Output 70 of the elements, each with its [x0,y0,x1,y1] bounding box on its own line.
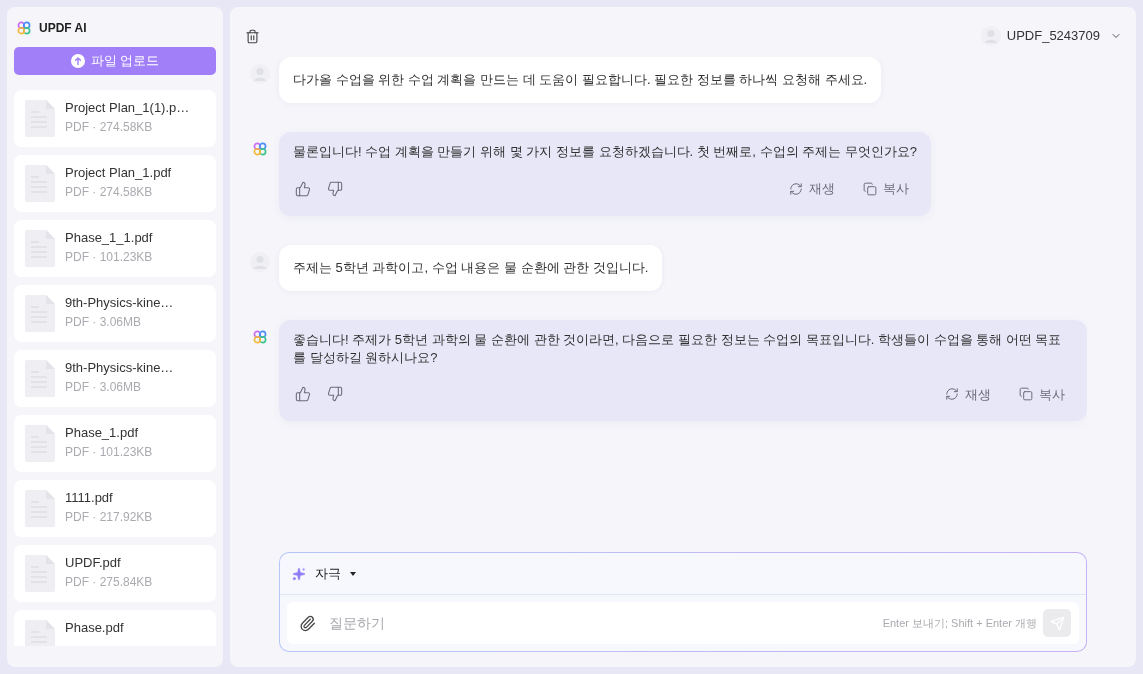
file-name: UPDF.pdf [65,554,122,572]
copy-icon [1019,387,1033,402]
document-icon [25,295,55,332]
file-card[interactable]: 9th-Physics-kine… PDF · 3.06MB [14,350,216,407]
document-icon [25,425,55,462]
document-icon [25,165,55,202]
mode-dropdown[interactable]: 자극 [292,563,356,584]
paperclip-icon [299,614,316,632]
assistant-text: 좋습니다! 주제가 5학년 과학의 물 순환에 관한 것이라면, 다음으로 필요한 정보는 수업의 목표입니다. 학생들이 수업을 통해 어떤 목표를 달성하길 원하시나요? [293,330,1063,367]
regenerate-icon [789,181,804,196]
shortcut-hint: Enter 보내기; Shift + Enter 개행 [882,615,1037,631]
file-info: PDF · 3.06MB [65,314,143,331]
thumbs-down-icon [327,386,343,403]
document-icon [25,620,55,646]
attach-button[interactable] [299,614,316,632]
file-card[interactable]: 9th-Physics-kine… PDF · 3.06MB [14,285,216,342]
user-message: 다가올 수업을 위한 수업 계획을 만드는 데 도움이 필요합니다. 필요한 정보를 하나씩 요청해 주세요. [279,57,882,103]
file-info: PDF · 217.92KB [65,509,153,526]
delete-button[interactable] [245,28,260,44]
regenerate-button[interactable]: 재생 [789,179,836,199]
thumbs-down-button[interactable] [327,386,343,403]
file-name: Project Plan_1.pdf [65,164,172,182]
file-info: PDF · 101.23KB [65,444,153,461]
thumbs-down-icon [327,180,343,197]
file-info: PDF · 275.84KB [65,574,153,591]
file-card[interactable]: Project Plan_1(1).p… PDF · 274.58KB [14,90,216,147]
file-name: Project Plan_1(1).p… [65,99,190,117]
file-card[interactable]: UPDF.pdf PDF · 275.84KB [14,545,216,602]
file-card[interactable]: Phase.pdf [14,610,216,646]
clover-logo-icon [253,142,267,156]
file-name: 1111.pdf [65,489,114,507]
clover-logo-icon [17,21,31,35]
copy-button[interactable]: 복사 [863,179,910,199]
file-name: 9th-Physics-kine… [65,359,174,377]
document-icon [25,230,55,267]
file-card[interactable]: Phase_1_1.pdf PDF · 101.23KB [14,220,216,277]
regenerate-icon [945,387,959,402]
trash-icon [245,28,260,44]
document-icon [25,100,55,137]
question-input[interactable]: 질문하기 [329,602,883,644]
thumbs-up-icon [295,180,311,197]
thumbs-down-button[interactable] [327,180,343,197]
upload-icon [70,54,85,68]
file-name: 9th-Physics-kine… [65,294,174,312]
user-menu[interactable]: UPDF_5243709 [980,26,1122,46]
clover-logo-icon [253,329,267,344]
file-info: PDF · 3.06MB [65,379,143,396]
file-info: PDF · 101.23KB [65,249,153,266]
user-message: 주제는 5학년 과학이고, 수업 내용은 물 순환에 관한 것입니다. [279,244,663,291]
regenerate-button[interactable]: 재생 [945,384,991,404]
thumbs-up-button[interactable] [295,180,311,197]
document-icon [25,555,55,592]
copy-icon [863,181,878,196]
file-name: Phase_1_1.pdf [65,229,153,247]
caret-icon [350,571,356,576]
document-icon [25,490,55,527]
file-card[interactable]: Project Plan_1.pdf PDF · 274.58KB [14,155,216,212]
copy-button[interactable]: 복사 [1019,384,1065,404]
file-name: Phase_1.pdf [65,424,139,442]
thumbs-up-button[interactable] [295,386,311,403]
file-info: PDF · 274.58KB [65,119,154,136]
document-icon [25,360,55,397]
assistant-text: 물론입니다! 수업 계획을 만들기 위해 몇 가지 정보를 요청하겠습니다. 첫 번째로, 수업의 주제는 무엇인가요? [293,143,918,161]
file-info: PDF · 274.58KB [65,184,154,201]
app-title: UPDF AI [39,20,87,37]
sparkle-icon [292,566,306,581]
file-name: Phase.pdf [65,619,124,637]
file-card[interactable]: 1111.pdf PDF · 217.92KB [14,480,216,537]
thumbs-up-icon [295,386,311,403]
file-card[interactable]: Phase_1.pdf PDF · 101.23KB [14,415,216,472]
